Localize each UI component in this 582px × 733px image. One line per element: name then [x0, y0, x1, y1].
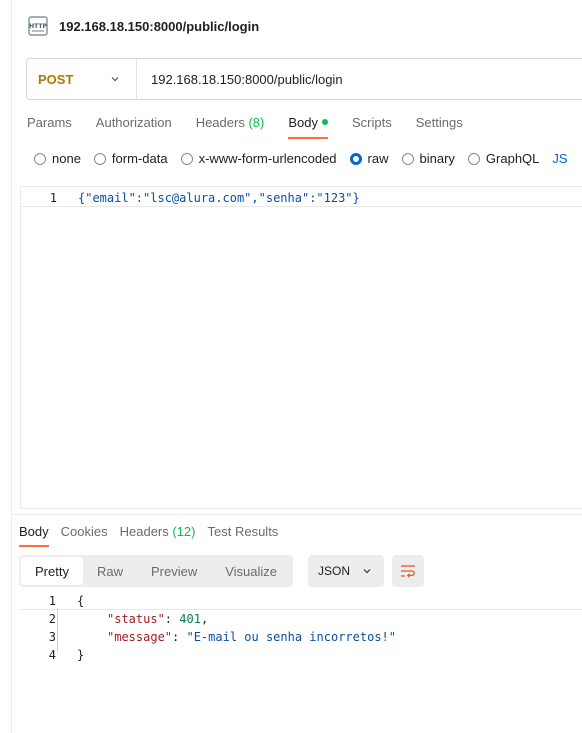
json-key: "message" [107, 630, 173, 644]
tab-label: Body [288, 115, 318, 130]
body-mode-radios: none form-data x-www-form-urlencoded raw… [34, 151, 568, 166]
line-number: 4 [48, 648, 56, 662]
response-divider[interactable] [12, 514, 582, 515]
tab-label: Headers [195, 115, 245, 130]
tab-response-headers[interactable]: Headers (12) [120, 524, 196, 547]
radio-circle [467, 152, 480, 165]
tab-label: Settings [415, 115, 463, 130]
json-value: "E-mail ou senha incorretos!" [186, 630, 396, 644]
response-line: 1 { [20, 592, 582, 610]
editor-code: {"email":"lsc@alura.com","senha":"123"} [78, 190, 360, 205]
tab-label: Params [27, 115, 72, 130]
method-select[interactable]: POST [27, 59, 137, 99]
radio-none[interactable]: none [34, 151, 81, 166]
tab-settings[interactable]: Settings [416, 115, 463, 139]
tab-response-body[interactable]: Body [19, 524, 49, 547]
editor-line: 1 {"email":"lsc@alura.com","senha":"123"… [21, 189, 582, 207]
indent-guide [57, 608, 58, 652]
radio-urlencoded[interactable]: x-www-form-urlencoded [180, 151, 337, 166]
tab-body[interactable]: Body [288, 115, 328, 139]
sidebar-rail [0, 0, 12, 733]
radio-circle [93, 152, 106, 165]
view-pretty[interactable]: Pretty [21, 557, 83, 585]
wrap-lines-icon [401, 565, 415, 578]
tab-label: Test Results [207, 524, 279, 539]
line-number: 2 [48, 612, 56, 626]
svg-text:HTTP: HTTP [29, 23, 47, 30]
wrap-lines-button[interactable] [392, 555, 424, 587]
radio-label: x-www-form-urlencoded [198, 151, 337, 166]
request-title-bar: HTTP 192.168.18.150:8000/public/login [27, 16, 259, 36]
radio-binary[interactable]: binary [401, 151, 455, 166]
radio-circle [349, 152, 362, 165]
code-text: "status": 401, [107, 612, 209, 626]
url-bar: POST 192.168.18.150:8000/public/login [26, 58, 582, 100]
request-body-editor[interactable]: 1 {"email":"lsc@alura.com","senha":"123"… [20, 186, 582, 509]
url-input[interactable]: 192.168.18.150:8000/public/login [137, 72, 343, 87]
radio-circle [34, 152, 46, 165]
radio-circle [401, 152, 414, 165]
response-line: 3 "message": "E-mail ou senha incorretos… [20, 628, 582, 646]
tab-label: Headers [119, 524, 169, 539]
json-value: 401 [179, 612, 201, 626]
radio-label: GraphQL [485, 151, 540, 166]
response-body-viewer[interactable]: 1 { 2 "status": 401, 3 "message": "E-mai… [20, 592, 582, 664]
radio-circle [180, 152, 193, 165]
code-text: "message": "E-mail ou senha incorretos!" [107, 630, 396, 644]
radio-label: raw [367, 151, 389, 166]
response-line: 2 "status": 401, [20, 610, 582, 628]
tab-cookies[interactable]: Cookies [61, 524, 108, 547]
view-raw[interactable]: Raw [83, 557, 137, 585]
view-mode-segmented: Pretty Raw Preview Visualize [19, 555, 294, 587]
tab-test-results[interactable]: Test Results [208, 524, 279, 547]
format-select[interactable]: JSON [308, 555, 384, 587]
request-title: 192.168.18.150:8000/public/login [59, 18, 260, 34]
radio-label: form-data [111, 151, 168, 166]
line-number: 1 [49, 190, 57, 205]
chevron-down-icon [111, 77, 119, 82]
headers-count: (8) [248, 115, 265, 130]
tab-headers[interactable]: Headers (8) [196, 115, 265, 139]
format-label: JSON [318, 564, 351, 578]
radio-graphql[interactable]: GraphQL [467, 151, 540, 166]
tab-label: Authorization [95, 115, 172, 130]
tab-label: Scripts [351, 115, 392, 130]
tab-label: Cookies [60, 524, 108, 539]
headers-count: (12) [172, 524, 196, 539]
line-number: 1 [48, 593, 56, 608]
method-label: POST [38, 71, 74, 87]
view-visualize[interactable]: Visualize [211, 557, 291, 585]
tab-params[interactable]: Params [27, 115, 72, 139]
response-tabs: Body Cookies Headers (12) Test Results [19, 524, 290, 547]
tab-scripts[interactable]: Scripts [352, 115, 392, 139]
radio-form-data[interactable]: form-data [93, 151, 168, 166]
http-icon: HTTP [28, 16, 48, 36]
json-key: "status" [107, 612, 165, 626]
body-type-select[interactable]: JS [552, 151, 567, 166]
chevron-down-icon [363, 569, 371, 574]
radio-raw[interactable]: raw [349, 151, 389, 166]
tab-label: Body [19, 524, 49, 539]
tab-authorization[interactable]: Authorization [96, 115, 172, 139]
view-preview[interactable]: Preview [137, 557, 211, 585]
radio-label: none [52, 151, 81, 166]
code-text: { [77, 593, 85, 608]
code-text: } [77, 648, 85, 662]
body-indicator-dot [321, 119, 328, 125]
json-trail: , [200, 612, 209, 626]
request-tabs: Params Authorization Headers (8) Body Sc… [27, 115, 487, 139]
line-number: 3 [48, 630, 56, 644]
response-line: 4 } [20, 646, 582, 664]
radio-label: binary [419, 151, 455, 166]
